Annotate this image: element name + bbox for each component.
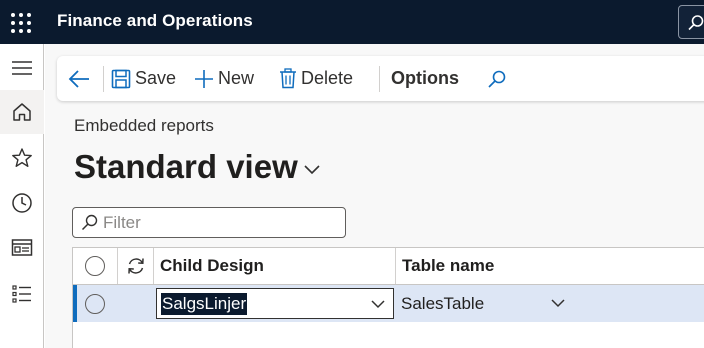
save-label: Save [135,68,177,88]
filter-input[interactable] [103,212,333,233]
delete-button[interactable]: Delete [279,56,353,101]
chevron-down-icon [304,165,320,175]
search-icon [81,214,98,231]
save-icon [111,69,131,88]
column-header-table-name[interactable]: Table name [396,248,704,284]
child-design-field[interactable]: SalgsLinjer [156,288,394,319]
select-all-radio[interactable] [85,256,105,276]
separator [379,66,380,92]
app-launcher-icon[interactable] [6,8,32,34]
chevron-down-icon[interactable] [551,299,565,308]
page-title: Standard view [74,148,298,185]
breadcrumb: Embedded reports [74,116,214,135]
select-all-cell [73,248,118,284]
refresh-cell[interactable] [118,248,154,284]
options-label: Options [391,68,459,88]
star-icon [12,148,32,167]
plus-icon [195,69,213,88]
workspace-icon [11,239,33,256]
separator [103,66,104,92]
child-design-value: SalgsLinjer [161,292,248,315]
row-select-cell [73,285,118,322]
filter-box[interactable] [72,207,346,238]
nav-home[interactable] [0,90,44,134]
embedded-reports-grid: Child Design Table name SalgsLinjer Sale… [72,247,704,348]
new-button[interactable]: New [194,56,254,101]
table-name-value: SalesTable [401,293,485,313]
chevron-down-icon[interactable] [371,300,385,309]
back-button[interactable] [67,56,97,101]
clock-icon [12,193,32,213]
table-name-field[interactable]: SalesTable [401,288,565,319]
home-icon [13,103,31,121]
hamburger-icon [12,61,32,75]
action-pane: Save New Delete Options [57,56,704,101]
save-button[interactable]: Save [111,56,176,101]
options-tab[interactable]: Options [391,56,459,101]
modules-list-icon [12,285,31,303]
column-header-label: Table name [402,256,495,275]
nav-recent[interactable] [0,181,44,225]
search-icon [688,15,704,31]
app-title[interactable]: Finance and Operations [57,11,253,31]
left-navigation-pane [0,44,44,348]
refresh-icon [127,258,144,274]
expand-navigation-button[interactable] [0,46,44,90]
table-row[interactable]: SalgsLinjer SalesTable [73,285,704,322]
view-selector[interactable]: Standard view [74,148,320,186]
top-navigation-bar: Finance and Operations [0,0,704,44]
new-label: New [218,68,255,88]
global-search-button[interactable] [678,5,704,39]
delete-label: Delete [301,68,354,88]
main-content: Save New Delete Options Embedded reports… [45,44,704,348]
back-arrow-icon [68,69,89,88]
grid-header: Child Design Table name [73,248,704,285]
search-action-button[interactable] [487,56,507,101]
search-icon [488,70,506,88]
nav-favorites[interactable] [0,136,44,180]
column-header-label: Child Design [160,256,264,275]
nav-modules[interactable] [0,272,44,316]
column-header-child-design[interactable]: Child Design [154,248,396,284]
nav-workspaces[interactable] [0,226,44,270]
trash-icon [280,68,296,89]
row-select-radio[interactable] [85,293,105,314]
